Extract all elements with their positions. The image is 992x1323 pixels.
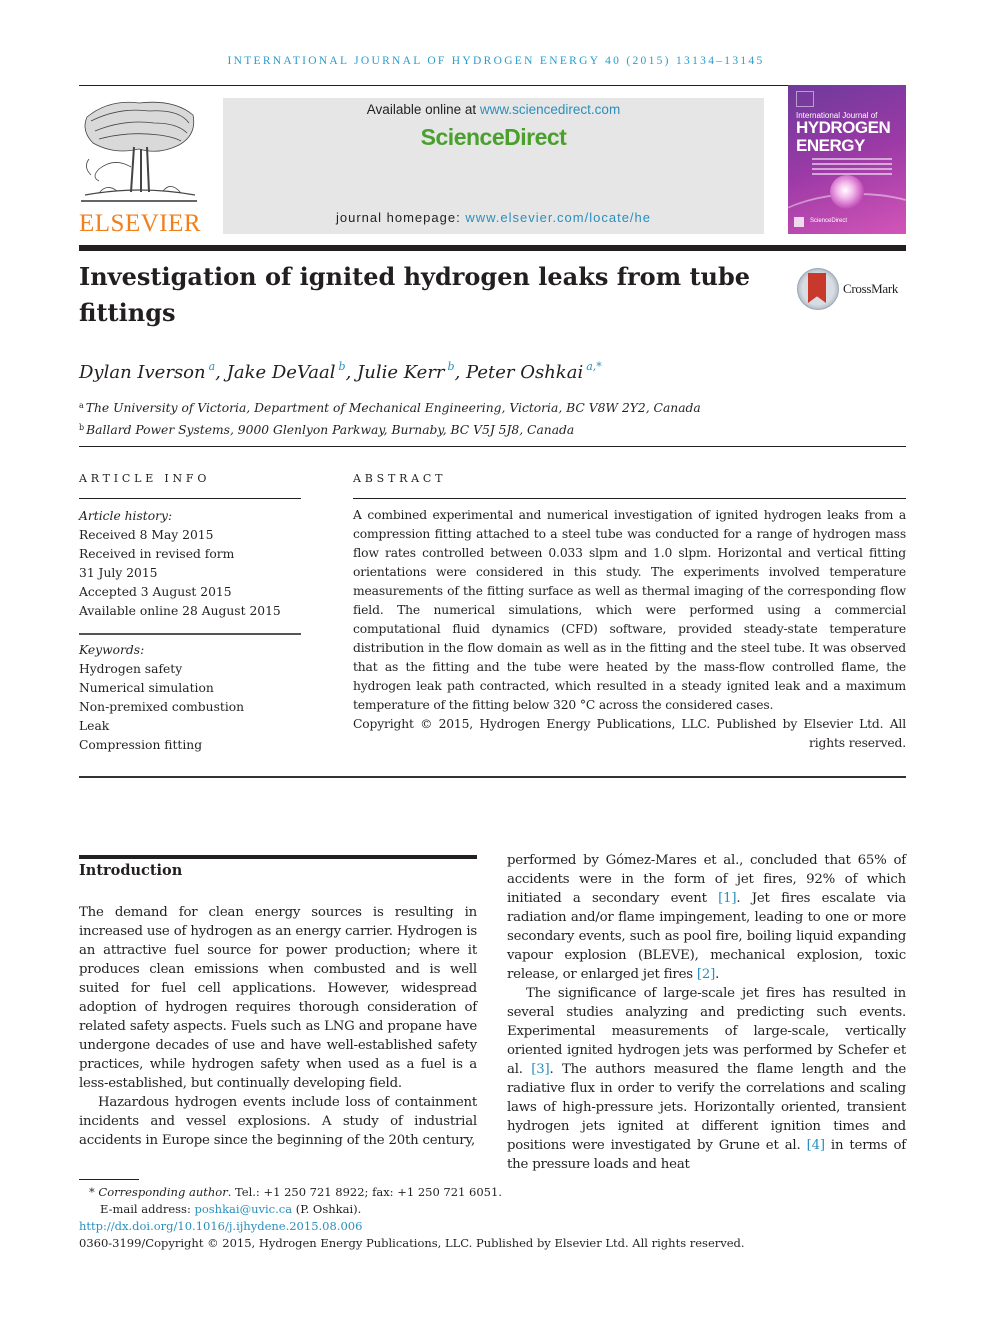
journal-cover[interactable]: International Journal of HYDROGEN ENERGY… bbox=[788, 85, 906, 234]
contact-text: . Tel.: +1 250 721 8922; fax: +1 250 721… bbox=[227, 1185, 502, 1199]
author-affiliation-mark[interactable]: b bbox=[448, 360, 455, 373]
elsevier-wordmark: ELSEVIER bbox=[79, 210, 202, 237]
abstract-body: A combined experimental and numerical in… bbox=[353, 506, 906, 753]
abstract-text: A combined experimental and numerical in… bbox=[353, 508, 906, 712]
affiliation-text: Ballard Power Systems, 9000 Glenlyon Par… bbox=[86, 423, 575, 437]
citation-link[interactable]: [1] bbox=[718, 891, 736, 906]
footnote-rule bbox=[79, 1179, 139, 1180]
cover-publisher-icon bbox=[796, 91, 814, 107]
body-paragraph: The significance of large-scale jet fire… bbox=[507, 984, 906, 1174]
citation-link[interactable]: [4] bbox=[807, 1138, 825, 1153]
affiliations: a The University of Victoria, Department … bbox=[79, 396, 701, 440]
body-paragraph: performed by Gómez-Mares et al., conclud… bbox=[507, 851, 906, 984]
keyword-item[interactable]: Numerical simulation bbox=[79, 679, 301, 698]
email-label: E-mail address: bbox=[100, 1202, 195, 1216]
keyword-item[interactable]: Hydrogen safety bbox=[79, 660, 301, 679]
author-list: Dylan Iverson a, Jake DeVaal b, Julie Kerr… bbox=[79, 360, 602, 383]
email-link[interactable]: poshkai@uvic.ca bbox=[194, 1202, 292, 1216]
sciencedirect-link[interactable]: www.sciencedirect.com bbox=[480, 102, 620, 117]
title-top-rule bbox=[79, 245, 906, 251]
author-name[interactable]: Dylan Iverson bbox=[79, 362, 206, 383]
body-paragraph: Hazardous hydrogen events include loss o… bbox=[79, 1095, 477, 1148]
author-affiliation-mark[interactable]: a bbox=[209, 360, 216, 373]
crossmark-label: CrossMark bbox=[843, 281, 899, 296]
footnotes: * Corresponding author. Tel.: +1 250 721… bbox=[79, 1184, 745, 1252]
cover-orb-icon bbox=[830, 175, 864, 209]
sciencedirect-banner: Available online at www.sciencedirect.co… bbox=[223, 98, 764, 234]
journal-homepage-text: journal homepage: www.elsevier.com/locat… bbox=[223, 210, 764, 225]
affiliation-item: a The University of Victoria, Department … bbox=[79, 396, 701, 418]
affiliation-text: The University of Victoria, Department o… bbox=[85, 401, 701, 415]
body-column-right: performed by Gómez-Mares et al., conclud… bbox=[507, 851, 906, 1174]
corresponding-label: Corresponding author bbox=[98, 1185, 228, 1199]
keyword-item[interactable]: Leak bbox=[79, 717, 301, 736]
doi-link[interactable]: http://dx.doi.org/10.1016/j.ijhydene.201… bbox=[79, 1219, 362, 1233]
cover-title-line3: ENERGY bbox=[796, 136, 865, 155]
footnote-star: * bbox=[89, 1185, 95, 1199]
history-item: Accepted 3 August 2015 bbox=[79, 585, 232, 599]
body-text: . bbox=[715, 967, 720, 982]
header-rule bbox=[79, 85, 906, 86]
article-title: Investigation of ignited hydrogen leaks … bbox=[79, 262, 751, 327]
introduction-rule bbox=[79, 855, 477, 859]
author-name[interactable]: Julie Kerr bbox=[357, 362, 445, 383]
keyword-item[interactable]: Compression fitting bbox=[79, 736, 301, 755]
sciencedirect-brand[interactable]: ScienceDirect bbox=[223, 124, 764, 151]
journal-running-header: INTERNATIONAL JOURNAL OF HYDROGEN ENERGY… bbox=[227, 55, 765, 67]
corresponding-author-note: * Corresponding author. Tel.: +1 250 721… bbox=[79, 1184, 745, 1201]
citation-link[interactable]: [2] bbox=[697, 967, 715, 982]
author-name[interactable]: Peter Oshkai bbox=[466, 362, 583, 383]
cover-title-main: HYDROGEN ENERGY bbox=[796, 118, 891, 155]
affiliation-mark: a bbox=[79, 401, 84, 410]
introduction-heading: Introduction bbox=[79, 862, 183, 879]
keyword-item[interactable]: Non-premixed combustion bbox=[79, 698, 301, 717]
affiliation-item: b Ballard Power Systems, 9000 Glenlyon Pa… bbox=[79, 418, 701, 440]
keywords-divider bbox=[79, 621, 301, 635]
abstract-heading: ABSTRACT bbox=[353, 472, 447, 485]
abstract-copyright: Copyright © 2015, Hydrogen Energy Public… bbox=[353, 717, 906, 750]
available-online-text: Available online at www.sciencedirect.co… bbox=[223, 102, 764, 117]
affiliation-mark: b bbox=[79, 423, 85, 432]
elsevier-logo[interactable]: ELSEVIER bbox=[79, 97, 202, 237]
issn-copyright: 0360-3199/Copyright © 2015, Hydrogen Ene… bbox=[79, 1236, 745, 1250]
abstract-rule bbox=[353, 498, 906, 499]
author-affiliation-mark[interactable]: b bbox=[339, 360, 346, 373]
keywords-label: Keywords: bbox=[79, 643, 145, 657]
abstract-bottom-rule bbox=[79, 776, 906, 778]
history-item: Received in revised form bbox=[79, 547, 235, 561]
email-note: E-mail address: poshkai@uvic.ca (P. Oshk… bbox=[79, 1201, 745, 1218]
tree-icon bbox=[81, 101, 197, 202]
history-item: Received 8 May 2015 bbox=[79, 528, 214, 542]
available-online-label: Available online at bbox=[366, 102, 480, 117]
author-affiliation-mark[interactable]: a,* bbox=[586, 360, 602, 373]
affiliations-divider bbox=[79, 446, 906, 447]
history-item: Available online 28 August 2015 bbox=[79, 604, 281, 618]
body-paragraph: The demand for clean energy sources is r… bbox=[79, 905, 477, 1091]
journal-homepage-label: journal homepage: bbox=[336, 210, 466, 225]
cover-title-line2: HYDROGEN bbox=[796, 118, 891, 137]
article-info: Article history: Received 8 May 2015 Rec… bbox=[79, 507, 301, 755]
citation-link[interactable]: [3] bbox=[531, 1062, 549, 1077]
journal-homepage-link[interactable]: www.elsevier.com/locate/he bbox=[465, 210, 651, 225]
crossmark-button[interactable]: CrossMark bbox=[797, 268, 909, 310]
body-column-left: The demand for clean energy sources is r… bbox=[79, 903, 477, 1150]
article-history-label: Article history: bbox=[79, 509, 173, 523]
email-suffix: (P. Oshkai). bbox=[292, 1202, 362, 1216]
cover-footer: ScienceDirect bbox=[810, 218, 848, 224]
author-name[interactable]: Jake DeVaal bbox=[227, 362, 336, 383]
article-info-rule bbox=[79, 498, 301, 499]
article-info-heading: ARTICLE INFO bbox=[79, 472, 211, 485]
history-item: 31 July 2015 bbox=[79, 566, 158, 580]
cover-logo-icon bbox=[794, 217, 804, 227]
